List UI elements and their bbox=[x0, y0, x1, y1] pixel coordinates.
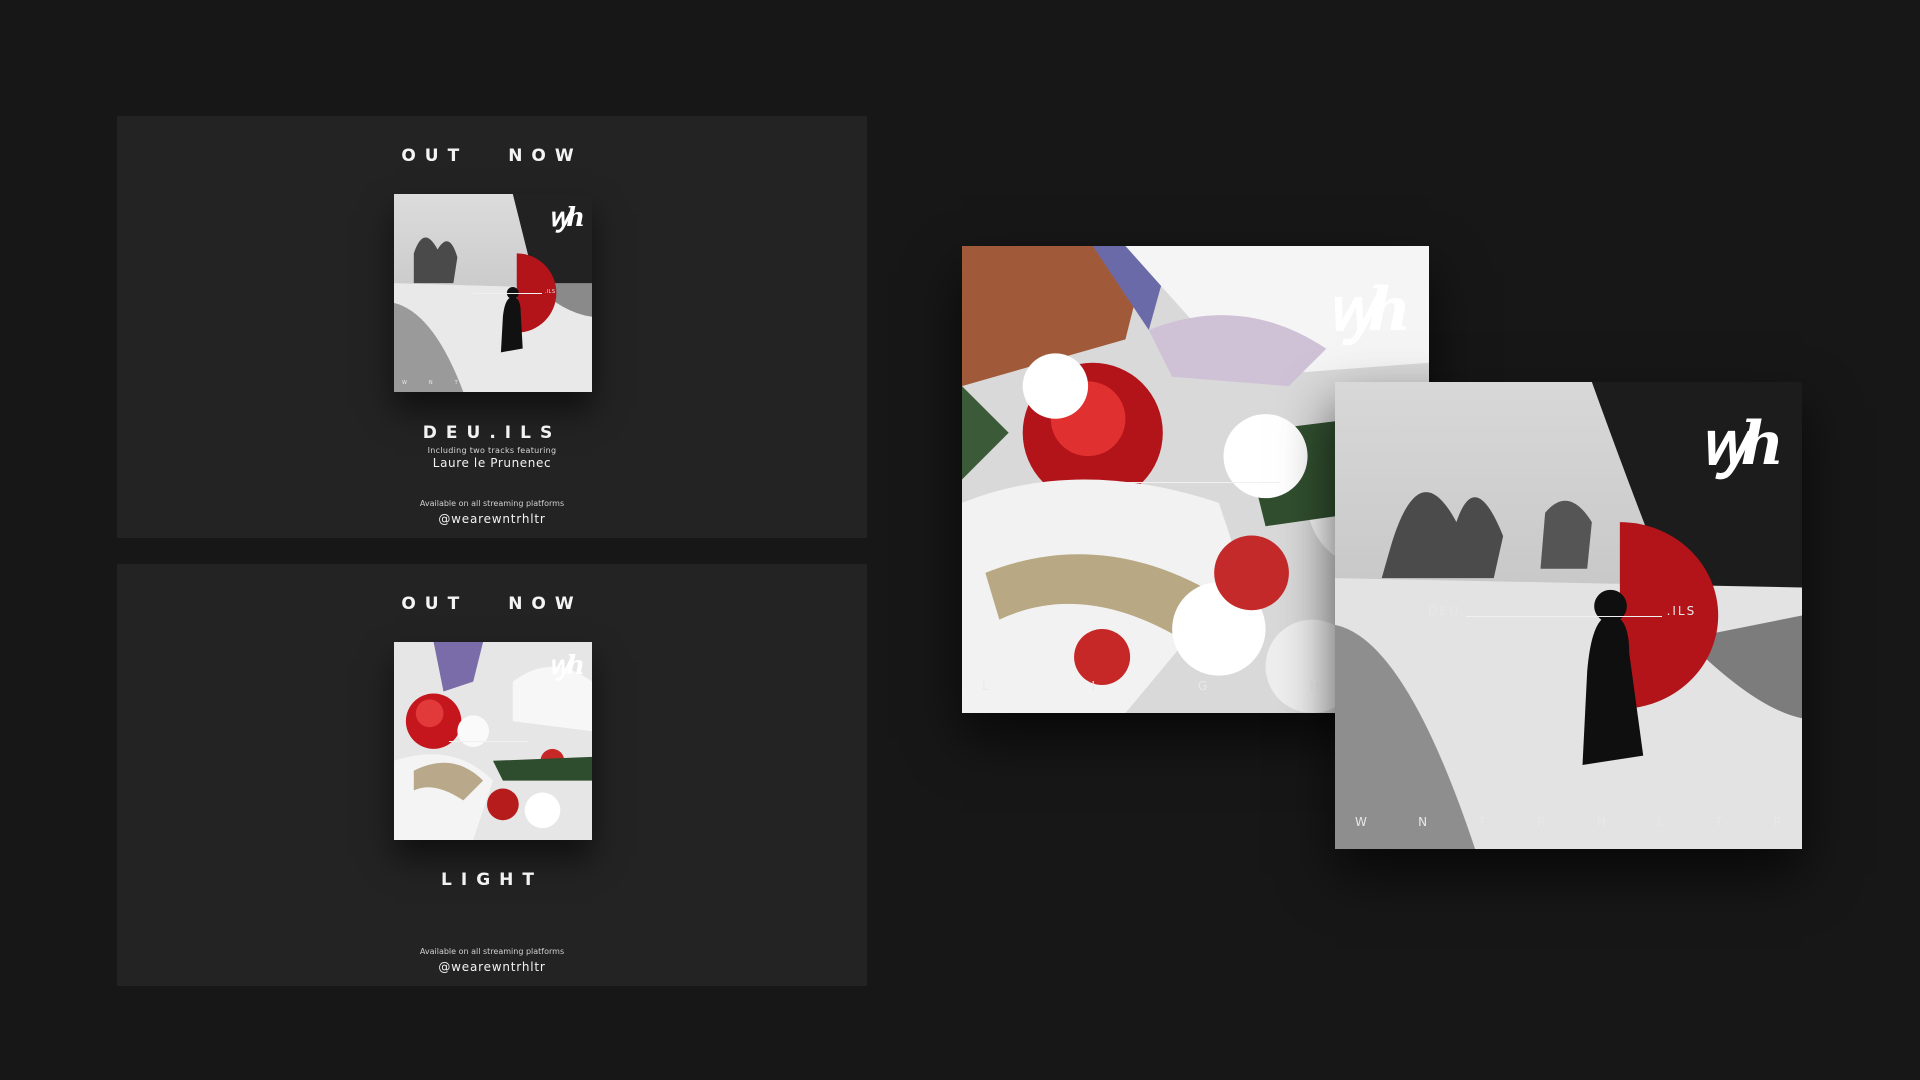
featuring-intro: Including two tracks featuring bbox=[427, 446, 557, 455]
album-title-light: LIGHT bbox=[441, 870, 543, 890]
promo-panel-deuils: OUT NOW ꝡh .ILS WNTRHLTR DEU.ILS Includin… bbox=[117, 116, 867, 538]
out-now-heading: OUT NOW bbox=[117, 146, 867, 166]
album-cover-deuils[interactable]: ꝡh DEU .ILS WNTRHLTR bbox=[1335, 382, 1802, 849]
cover-title-left: DEU bbox=[1428, 603, 1460, 618]
band-logo: ꝡh bbox=[548, 651, 585, 681]
band-logo: ꝡh bbox=[548, 203, 585, 233]
album-title-deuils: DEU.ILS bbox=[422, 423, 562, 443]
social-handle[interactable]: @wearewntrhltr bbox=[117, 512, 867, 526]
thumb-title-right: .ILS bbox=[544, 289, 556, 296]
promo-panel-light: OUT NOW ꝡh LIGHT Available on all streami… bbox=[117, 564, 867, 986]
heading-word-out: OUT bbox=[401, 594, 469, 614]
cover-title-right: .ILS bbox=[1666, 603, 1697, 618]
album-thumb-light[interactable]: ꝡh bbox=[394, 642, 592, 840]
social-handle[interactable]: @wearewntrhltr bbox=[117, 960, 867, 974]
title-divider-line bbox=[1106, 481, 1280, 483]
band-name-spaced: WNTRHLTR bbox=[402, 380, 584, 386]
album-name-spaced: LIGH bbox=[982, 679, 1319, 693]
band-logo: ꝡh bbox=[1699, 409, 1784, 479]
out-now-heading: OUT NOW bbox=[117, 594, 867, 614]
title-divider-line bbox=[473, 293, 543, 294]
album-thumb-deuils[interactable]: ꝡh .ILS WNTRHLTR bbox=[394, 194, 592, 392]
heading-word-now: NOW bbox=[508, 594, 583, 614]
band-name-spaced: WNTRHLTR bbox=[1355, 815, 1782, 829]
availability-text: Available on all streaming platforms bbox=[419, 499, 565, 508]
heading-word-now: NOW bbox=[508, 146, 583, 166]
featuring-artist: Laure le Prunenec bbox=[432, 456, 552, 470]
band-logo: ꝡh bbox=[1326, 275, 1411, 345]
availability-text: Available on all streaming platforms bbox=[419, 947, 565, 956]
heading-word-out: OUT bbox=[401, 146, 469, 166]
title-divider-line bbox=[1465, 615, 1662, 617]
title-divider-line bbox=[449, 741, 529, 742]
